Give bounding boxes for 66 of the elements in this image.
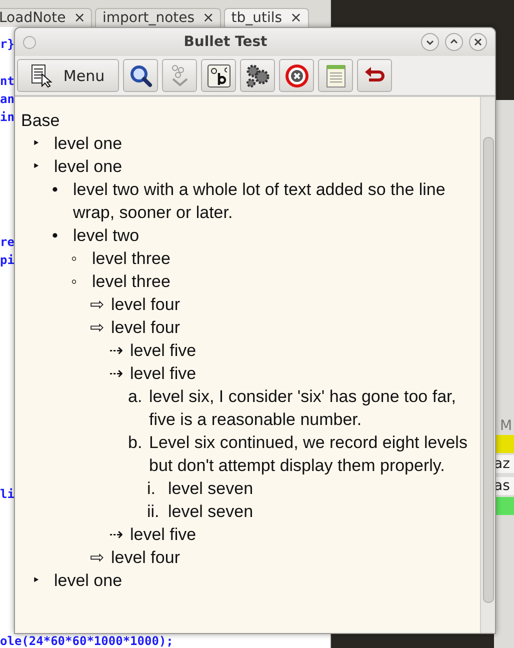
list-marker: ⇢ <box>109 340 124 362</box>
code-line: r} <box>0 38 14 51</box>
stop-icon <box>284 64 308 88</box>
outline-item-text: level one <box>54 156 122 178</box>
outline-item-text: level four <box>111 547 180 569</box>
list-marker: ⇨ <box>90 547 105 569</box>
list-marker: • <box>52 179 59 201</box>
outline-item-text: level one <box>54 133 122 155</box>
code-line: ole(24*60*60*1000*1000); <box>0 635 174 648</box>
outline-item-text: level seven <box>168 501 254 523</box>
code-line: li <box>0 488 14 501</box>
search-icon <box>128 64 152 88</box>
toolbar-button[interactable] <box>123 59 158 92</box>
minimize-button[interactable] <box>421 33 439 51</box>
outline-item-text: level five <box>130 340 196 362</box>
outline-item-text: level five <box>130 363 196 385</box>
list-marker: ‣ <box>33 133 40 155</box>
outline-item-text: level two with a whole lot of text added so the line wrap, sooner or later. <box>73 179 446 224</box>
list-marker: ⇨ <box>90 294 105 316</box>
gears-icon <box>244 64 270 88</box>
column-header: M <box>500 418 512 434</box>
toolbar-button[interactable] <box>240 59 275 92</box>
menu-icon <box>31 64 54 88</box>
outline-item-text: level four <box>111 294 180 316</box>
close-button[interactable] <box>469 33 487 51</box>
outline-item-text: level two <box>73 225 140 247</box>
code-line: pi <box>0 254 14 267</box>
editor-tab[interactable]: tb_utils × <box>224 8 309 27</box>
list-marker: • <box>52 225 59 247</box>
list-marker: i. <box>147 478 156 500</box>
list-marker: a. <box>128 386 144 408</box>
list-marker: ‣ <box>33 156 40 178</box>
window-title: Bullet Test <box>182 34 268 50</box>
outline-item-text: level five <box>130 524 196 546</box>
outline-item-text: Level six continued, we record eight levels but don't attempt display them properly. <box>149 432 468 477</box>
close-icon <box>473 37 483 47</box>
outline-root: Base <box>21 110 61 132</box>
scrollbar[interactable] <box>480 97 495 633</box>
list-marker: ⇨ <box>90 317 105 339</box>
code-line: an <box>0 93 14 106</box>
outline-item-text: level three <box>92 271 170 293</box>
outline-item-text: level seven <box>168 478 254 500</box>
code-line: re <box>0 236 14 249</box>
list-marker: ii. <box>147 501 160 523</box>
notepad-icon <box>326 64 346 88</box>
outline-item-text: level three <box>92 248 170 270</box>
list-marker: ⇢ <box>109 363 124 385</box>
list-marker: b. <box>128 432 144 454</box>
abc-icon <box>206 64 230 88</box>
toolbar-button[interactable] <box>357 59 392 92</box>
code-line: nt <box>0 75 14 88</box>
list-marker: ⇢ <box>109 524 124 546</box>
toolbar-button[interactable] <box>201 59 236 92</box>
editor-tab[interactable]: LoadNote × <box>0 8 92 27</box>
list-marker: ◦ <box>71 271 78 293</box>
code-line: in <box>0 111 14 124</box>
menu-button[interactable]: Menu <box>17 59 119 92</box>
editor-tab[interactable]: import_notes × <box>95 8 222 27</box>
toolbar-button[interactable] <box>279 59 314 92</box>
maximize-button[interactable] <box>445 33 463 51</box>
list-marker: ‣ <box>33 570 40 592</box>
list-marker: ◦ <box>71 248 78 270</box>
outline-item-text: level four <box>111 317 180 339</box>
outline-item-text: level one <box>54 570 122 592</box>
window-dot-icon <box>23 36 36 48</box>
outline-item-text: level six, I consider 'six' has gone too far, five is a reasonable number. <box>149 386 457 431</box>
